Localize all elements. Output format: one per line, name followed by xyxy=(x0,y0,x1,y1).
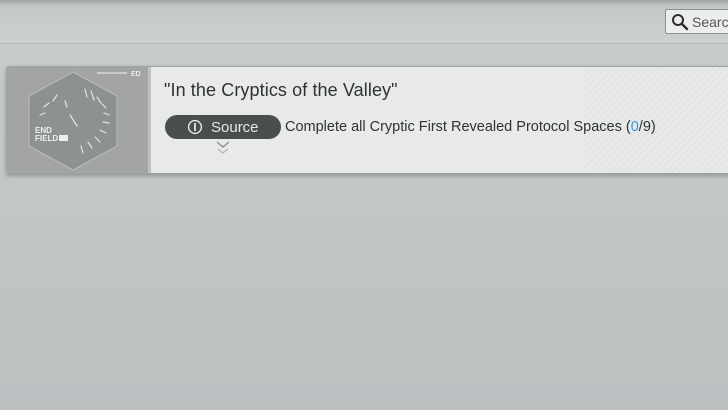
achievement-badge: END FIELD ED xyxy=(7,67,148,173)
top-bar xyxy=(0,0,728,44)
magnifier-icon xyxy=(672,13,689,30)
source-label: Source xyxy=(211,118,259,136)
chevron-down-icon[interactable] xyxy=(216,140,230,156)
achievement-card[interactable]: END FIELD ED "In the Cryptics of the Val… xyxy=(6,66,728,174)
progress-current: 0 xyxy=(630,119,639,135)
search-input[interactable] xyxy=(692,13,728,30)
info-icon xyxy=(187,119,203,135)
badge-logo-line-2: FIELD xyxy=(35,134,58,143)
badge-corner-tag: ED xyxy=(131,71,141,78)
objective-description: Complete all Cryptic First Revealed Prot… xyxy=(285,119,631,135)
objective-text: Complete all Cryptic First Revealed Prot… xyxy=(285,119,656,135)
achievement-title: "In the Cryptics of the Valley" xyxy=(164,80,398,100)
top-shadow xyxy=(0,0,728,6)
source-button[interactable]: Source xyxy=(165,115,281,139)
progress-total: /9) xyxy=(638,119,656,135)
hexagon-badge-icon: END FIELD ED xyxy=(28,71,141,171)
search-box[interactable] xyxy=(665,9,728,34)
badge-divider xyxy=(148,67,151,173)
